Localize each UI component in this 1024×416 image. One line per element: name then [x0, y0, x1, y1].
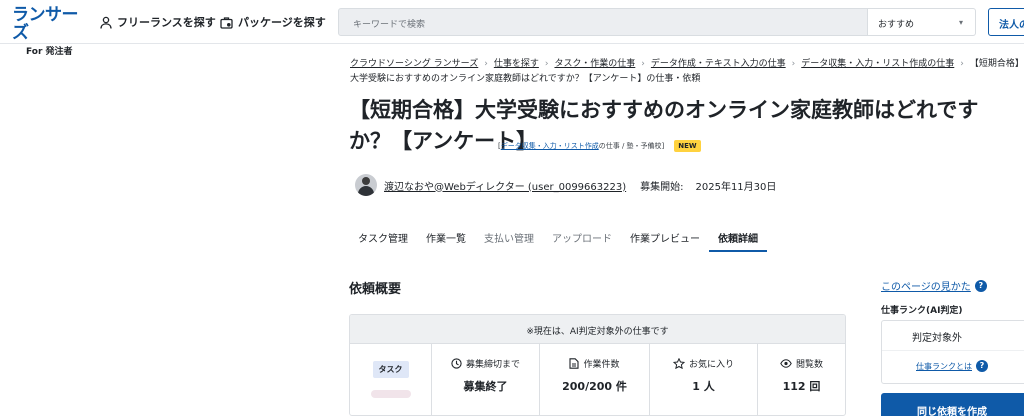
request-summary-card: ※現在は、AI判定対象外の仕事です タスク 募集締切まで 募集終了 作業件数 2… [349, 314, 846, 416]
stats-row: タスク 募集締切まで 募集終了 作業件数 200/200 件 お気に入り 1 人 [350, 344, 845, 415]
job-rank-value: 判定対象外 [882, 321, 1024, 351]
tab-work-list[interactable]: 作業一覧 [417, 224, 475, 252]
breadcrumb-item[interactable]: クラウドソーシング ランサーズ [350, 59, 478, 69]
tab-bar: タスク管理 作業一覧 支払い管理 アップロード 作業プレビュー 依頼詳細 [349, 224, 767, 252]
category-suffix: の仕事 / 塾・予備校] [598, 142, 665, 150]
stat-deadline: 募集締切まで 募集終了 [432, 344, 540, 415]
blurred-text [370, 390, 411, 398]
category-link[interactable]: データ収集・入力・リスト作成 [501, 141, 599, 151]
site-header: ランサーズ For 発注者 フリーランスを探す パッケージを探す キーワードで検… [0, 0, 1024, 57]
lancers-logo[interactable]: ランサーズ For 発注者 [12, 6, 88, 57]
nav-find-package[interactable]: パッケージを探す [220, 13, 326, 31]
stat-views-value: 112 回 [782, 380, 821, 393]
document-icon [569, 358, 580, 369]
stat-deadline-label: 募集締切まで [465, 360, 520, 370]
search-input[interactable]: キーワードで検索 [338, 8, 868, 36]
create-same-request-button[interactable]: 同じ依頼を作成 [881, 393, 1024, 416]
stat-work-count-label: 作業件数 [583, 360, 620, 370]
section-title-overview: 依頼概要 [349, 282, 402, 297]
breadcrumb-separator-icon: › [641, 59, 645, 69]
stat-views: 閲覧数 112 回 [758, 344, 845, 415]
logo-main-text: ランサーズ [12, 5, 79, 43]
corporate-button[interactable]: 法人の [988, 8, 1024, 36]
eye-icon [780, 359, 792, 368]
page-guide-link[interactable]: このページの見かた ? [881, 278, 987, 293]
nav-find-package-label: パッケージを探す [238, 16, 326, 29]
client-info: 渡辺なおや@Webディレクター (user_0099663223) 募集開始: … [355, 174, 776, 196]
stat-type: タスク [350, 344, 432, 415]
breadcrumb-separator-icon: › [544, 59, 549, 69]
breadcrumb: クラウドソーシング ランサーズ › 仕事を探す › タスク・作業の仕事 › データ作成・テキ… [350, 57, 1024, 87]
stat-work-count: 作業件数 200/200 件 [540, 344, 650, 415]
client-name-link[interactable]: 渡辺なおや@Webディレクター (user_0099663223) [384, 178, 626, 193]
breadcrumb-separator-icon: › [791, 59, 796, 69]
job-category-tags: [ データ収集・入力・リスト作成 の仕事 / 塾・予備校] NEW [498, 140, 701, 152]
job-rank-box: 判定対象外 仕事ランクとは ? [881, 320, 1024, 384]
breadcrumb-item[interactable]: データ作成・テキスト入力の仕事 [651, 59, 786, 69]
stat-views-label: 閲覧数 [795, 360, 823, 370]
sort-select-value: おすすめ [878, 20, 915, 30]
stat-favorites-value: 1 人 [692, 380, 715, 393]
question-icon: ? [974, 279, 987, 292]
clock-icon [451, 358, 462, 369]
new-badge: NEW [674, 140, 701, 152]
stat-favorites-label: お気に入り [688, 360, 734, 370]
nav-find-freelancer[interactable]: フリーランスを探す [100, 13, 216, 31]
breadcrumb-separator-icon: › [484, 59, 488, 69]
stat-favorites: お気に入り 1 人 [650, 344, 758, 415]
job-rank-help-label: 仕事ランクとは [916, 361, 972, 371]
breadcrumb-item[interactable]: タスク・作業の仕事 [554, 59, 635, 69]
avatar[interactable] [355, 174, 377, 196]
stat-work-count-value: 200/200 件 [562, 380, 627, 393]
sort-select[interactable]: おすすめ ▾ [868, 8, 976, 36]
tab-work-preview[interactable]: 作業プレビュー [621, 224, 709, 252]
posted-label: 募集開始: [640, 181, 684, 193]
tab-upload[interactable]: アップロード [543, 224, 621, 252]
page-guide-label: このページの見かた [881, 282, 971, 293]
breadcrumb-separator-icon: › [960, 59, 964, 69]
chevron-down-icon: ▾ [958, 18, 963, 27]
star-icon [672, 358, 685, 369]
package-icon [220, 16, 233, 29]
nav-find-freelancer-label: フリーランスを探す [117, 16, 216, 29]
stat-deadline-value: 募集終了 [463, 380, 508, 393]
ai-notice: ※現在は、AI判定対象外の仕事です [350, 315, 845, 344]
logo-sub-text: For 発注者 [26, 47, 73, 57]
task-type-badge: タスク [372, 361, 409, 378]
person-icon [100, 16, 112, 29]
breadcrumb-item[interactable]: 仕事を探す [494, 59, 539, 69]
job-rank-help-link[interactable]: 仕事ランクとは ? [882, 351, 1024, 372]
tab-request-details[interactable]: 依頼詳細 [709, 224, 767, 252]
question-icon: ? [976, 360, 988, 372]
job-rank-label: 仕事ランク(AI判定) [881, 306, 963, 316]
tab-task-management[interactable]: タスク管理 [349, 224, 417, 252]
posted-date: 2025年11月30日 [695, 181, 777, 193]
tab-payment-management[interactable]: 支払い管理 [475, 224, 543, 252]
breadcrumb-item[interactable]: データ収集・入力・リスト作成の仕事 [801, 59, 954, 69]
